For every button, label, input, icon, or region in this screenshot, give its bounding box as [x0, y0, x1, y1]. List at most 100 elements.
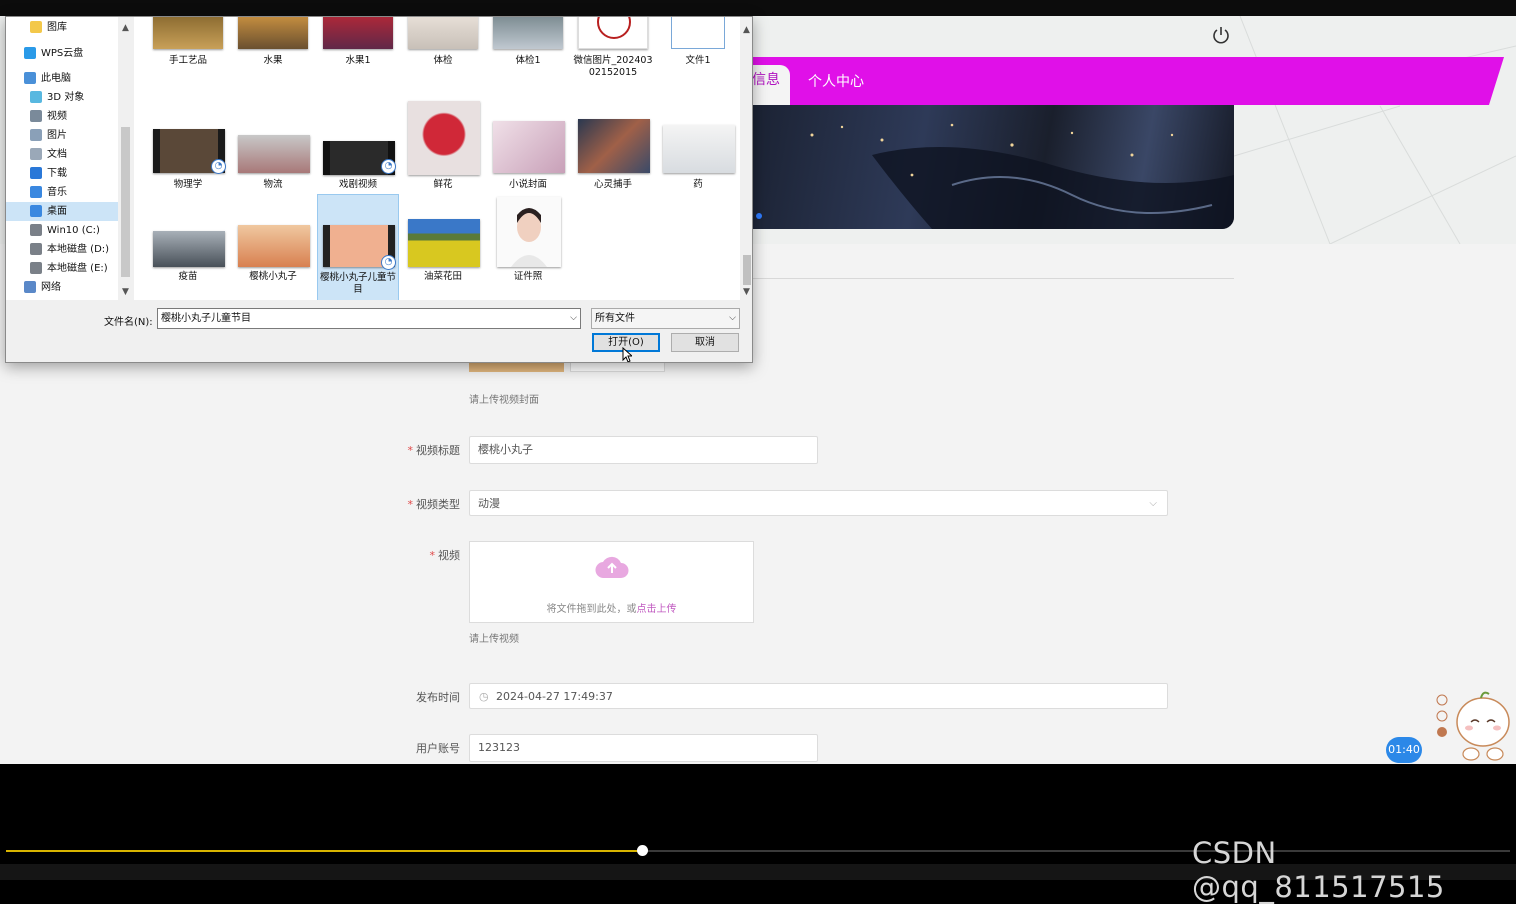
- download-icon: [30, 167, 42, 179]
- carousel-indicator[interactable]: [756, 213, 762, 219]
- nav-item-label: 网络: [41, 282, 61, 293]
- file-item[interactable]: 油菜花田: [402, 195, 484, 295]
- scroll-up-icon[interactable]: ▲: [122, 23, 129, 33]
- file-thumbnail: [408, 219, 480, 267]
- nav-item[interactable]: 文档: [6, 145, 118, 164]
- file-item[interactable]: 手工艺品: [147, 17, 229, 66]
- file-name: 微信图片_20240302152015: [573, 55, 653, 78]
- file-thumbnail: [578, 17, 648, 49]
- computer-icon: [24, 72, 36, 84]
- nav-item[interactable]: 本地磁盘 (E:): [6, 259, 118, 278]
- nav-item[interactable]: 桌面: [6, 202, 118, 221]
- banner-night-scene: [810, 123, 1234, 229]
- drive-icon: [30, 243, 42, 255]
- file-item[interactable]: 樱桃小丸子: [232, 195, 314, 295]
- files-scroll-thumb[interactable]: [743, 255, 751, 285]
- file-thumbnail: [497, 197, 561, 267]
- type-select[interactable]: 动漫 ⌵: [469, 490, 1168, 516]
- file-item[interactable]: 文件1: [657, 17, 739, 66]
- file-thumbnail: [238, 225, 310, 267]
- scroll-up-icon[interactable]: ▲: [743, 25, 750, 35]
- file-item[interactable]: 水果1: [317, 17, 399, 66]
- music-icon: [30, 186, 42, 198]
- banner-image: [752, 105, 1234, 229]
- nav-item[interactable]: 音乐: [6, 183, 118, 202]
- mascot-character-icon[interactable]: [1455, 688, 1511, 762]
- nav-tab-active[interactable]: 信息: [752, 65, 790, 105]
- cover-hint: 请上传视频封面: [469, 395, 539, 406]
- document-folder-icon: [30, 148, 42, 160]
- nav-item[interactable]: 下载: [6, 164, 118, 183]
- file-name: 手工艺品: [168, 55, 207, 66]
- nav-item[interactable]: Win10 (C:): [6, 221, 118, 240]
- file-item[interactable]: 体检1: [487, 17, 569, 66]
- time-label: 发布时间: [416, 691, 460, 704]
- click-upload-link[interactable]: 点击上传: [637, 604, 677, 615]
- filetype-select-value: 所有文件: [595, 313, 635, 324]
- network-icon: [24, 281, 36, 293]
- seek-progress: [6, 850, 643, 852]
- time-badge[interactable]: 01:40: [1386, 737, 1422, 763]
- file-item[interactable]: 水果: [232, 17, 314, 66]
- title-label-text: 视频标题: [416, 444, 460, 457]
- dialog-file-grid: 手工艺品 水果 水果1 体检 体检1 微信图片_20240302152015 文…: [134, 17, 740, 300]
- nav-tab-profile[interactable]: 个人中心: [808, 71, 864, 91]
- nav-tab-active-label: 信息: [752, 72, 780, 88]
- file-name: 心灵捕手: [593, 179, 632, 190]
- power-icon[interactable]: [1210, 24, 1232, 46]
- nav-item[interactable]: 此电脑: [6, 69, 118, 88]
- scroll-down-icon[interactable]: ▼: [743, 287, 750, 297]
- file-thumbnail: [408, 101, 480, 175]
- nav-item[interactable]: WPS云盘: [6, 44, 118, 63]
- required-mark: *: [429, 549, 436, 562]
- nav-item[interactable]: 图库: [6, 18, 118, 37]
- nav-item-label: 下载: [47, 168, 67, 179]
- nav-item[interactable]: 3D 对象: [6, 88, 118, 107]
- scroll-down-icon[interactable]: ▼: [122, 287, 129, 297]
- seek-handle[interactable]: [637, 845, 649, 856]
- file-name: 物理学: [173, 179, 203, 190]
- file-item[interactable]: 疫苗: [147, 195, 229, 295]
- nav-item-label: 桌面: [47, 206, 67, 217]
- file-item-selected[interactable]: ◔ 樱桃小丸子儿童节目: [317, 194, 399, 300]
- title-input[interactable]: 樱桃小丸子: [469, 436, 818, 464]
- mascot-menu-icons[interactable]: [1434, 694, 1450, 744]
- chevron-down-icon: ⌵: [729, 313, 736, 323]
- upload-text: 将文件拖到此处，或点击上传: [470, 600, 753, 615]
- file-item[interactable]: 药: [657, 117, 739, 217]
- video-player-bar: CSDN @qq_811517515: [0, 764, 1516, 904]
- chevron-down-icon: ⌵: [1149, 498, 1157, 509]
- files-scrollbar[interactable]: ▲ ▼: [740, 17, 752, 300]
- file-name: 水果1: [345, 55, 371, 66]
- file-item[interactable]: 微信图片_20240302152015: [572, 17, 654, 115]
- nav-scrollbar[interactable]: ▲ ▼: [118, 17, 134, 300]
- nav-item[interactable]: 视频: [6, 107, 118, 126]
- time-input[interactable]: ◷ 2024-04-27 17:49:37: [469, 683, 1168, 709]
- nav-item-label: 音乐: [47, 187, 67, 198]
- filetype-select[interactable]: 所有文件 ⌵: [591, 308, 740, 329]
- type-label-text: 视频类型: [416, 498, 460, 511]
- dialog-nav-pane: 图库 WPS云盘 此电脑 3D 对象 视频 图片 文档 下载 音乐 桌面 Win10 (C:) 本地磁…: [6, 17, 134, 300]
- nav-item[interactable]: 本地磁盘 (D:): [6, 240, 118, 259]
- nav-item[interactable]: 网络: [6, 278, 118, 297]
- nav-item-label: 3D 对象: [47, 92, 85, 103]
- account-input[interactable]: 123123: [469, 734, 818, 762]
- cancel-button[interactable]: 取消: [671, 333, 739, 352]
- chevron-down-icon[interactable]: ⌵: [570, 309, 577, 328]
- file-name: 戏剧视频: [338, 179, 377, 190]
- filename-input[interactable]: 樱桃小丸子儿童节目 ⌵: [157, 308, 581, 329]
- cube-icon: [30, 91, 42, 103]
- video-upload-dropzone[interactable]: 将文件拖到此处，或点击上传: [469, 541, 754, 623]
- file-item[interactable]: 体检: [402, 17, 484, 66]
- file-thumbnail: [493, 121, 565, 173]
- file-item[interactable]: 证件照: [487, 195, 569, 295]
- clock-icon: ◷: [479, 690, 489, 703]
- file-thumbnail: [238, 135, 310, 173]
- mouse-cursor-icon: [622, 347, 632, 362]
- file-item[interactable]: 心灵捕手: [572, 117, 654, 217]
- nav-item[interactable]: 图片: [6, 126, 118, 145]
- nav-scroll-thumb[interactable]: [121, 127, 130, 277]
- file-open-dialog: 图库 WPS云盘 此电脑 3D 对象 视频 图片 文档 下载 音乐 桌面 Win10 (C:) 本地磁…: [5, 16, 753, 363]
- nav-item-label: 图片: [47, 130, 67, 141]
- file-name: 小说封面: [508, 179, 547, 190]
